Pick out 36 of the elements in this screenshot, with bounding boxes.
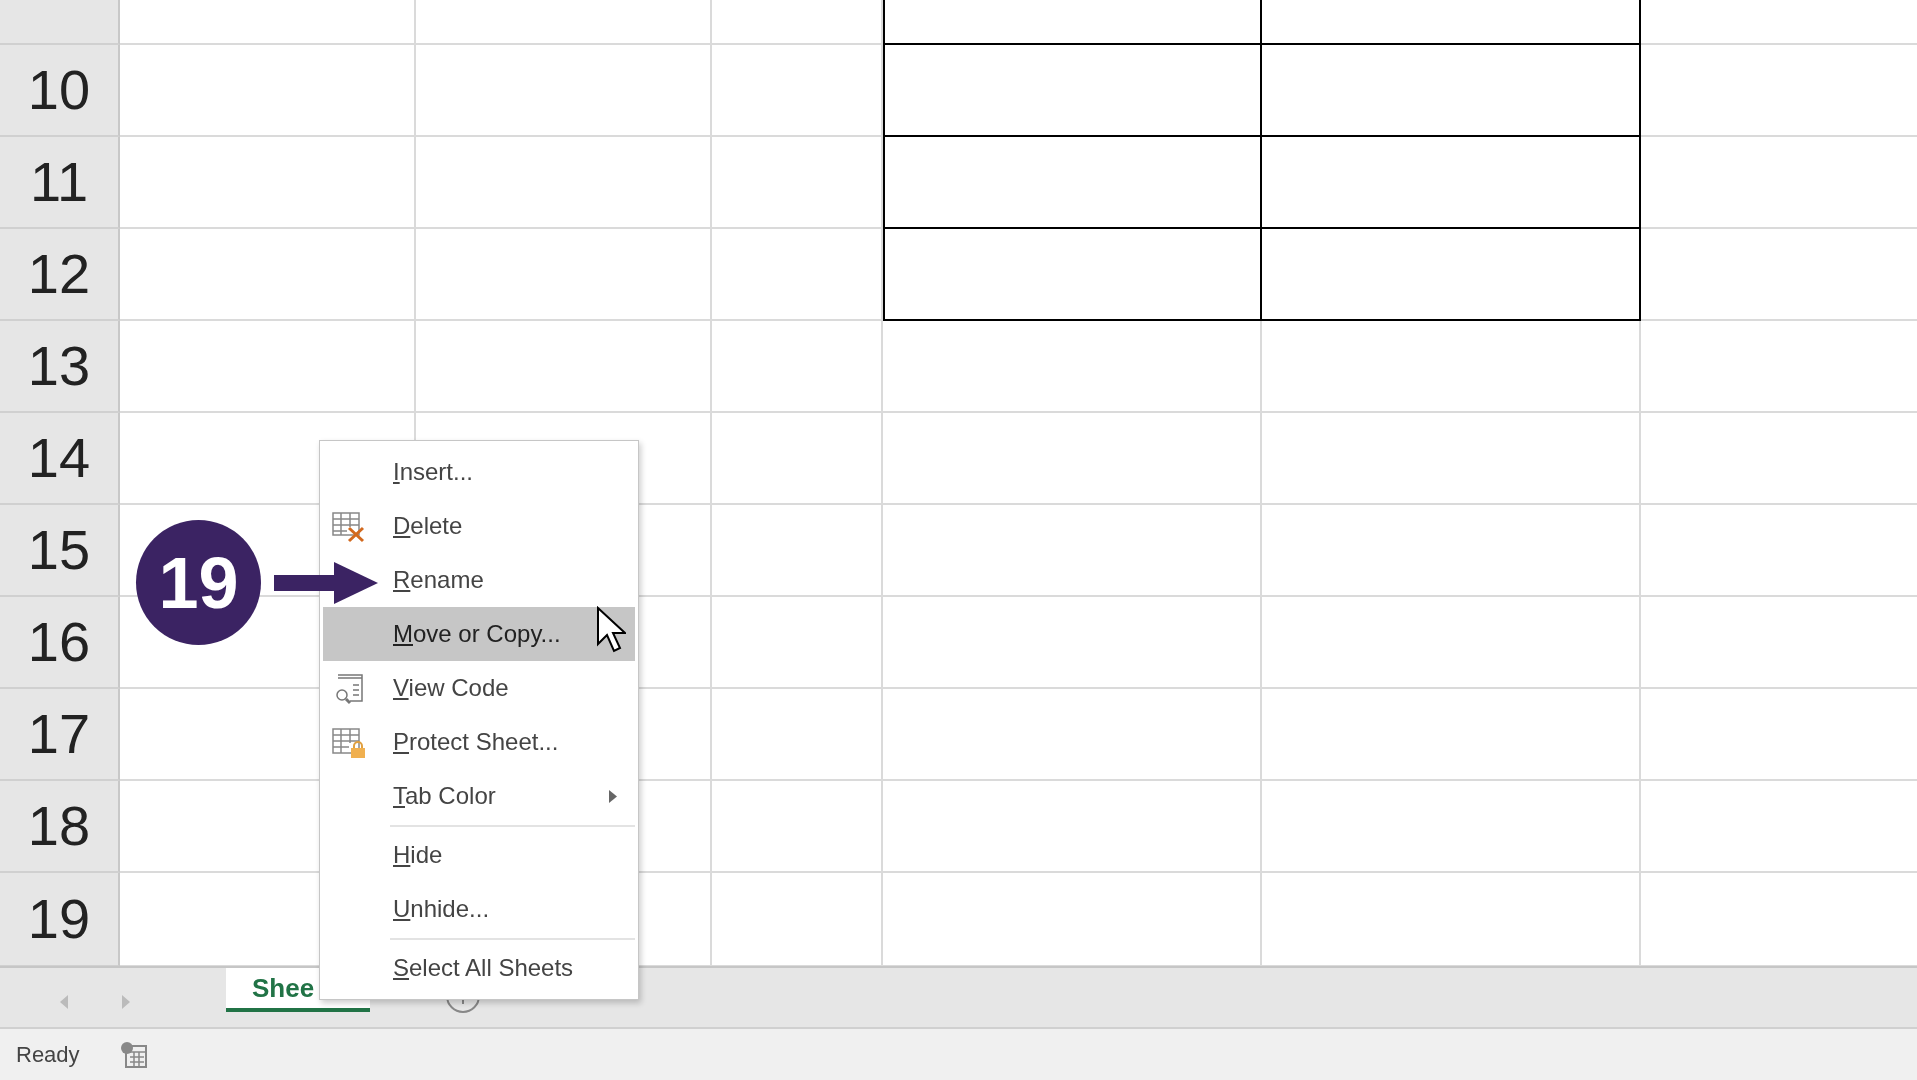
menu-item[interactable]: Unhide...: [323, 882, 635, 936]
grid-cell[interactable]: [1262, 137, 1641, 229]
grid-cell[interactable]: [1262, 0, 1641, 45]
grid-lock-icon: [332, 727, 366, 759]
grid-cell[interactable]: [883, 137, 1262, 229]
status-text: Ready: [16, 1041, 80, 1068]
row-header[interactable]: [0, 0, 120, 45]
grid-cell[interactable]: [1262, 45, 1641, 137]
row-header[interactable]: 11: [0, 137, 120, 229]
row-header[interactable]: 10: [0, 45, 120, 137]
grid-cell[interactable]: [883, 0, 1262, 45]
row-header[interactable]: 19: [0, 873, 120, 966]
menu-item[interactable]: Tab Color: [323, 769, 635, 823]
macro-record-icon[interactable]: [119, 1040, 148, 1069]
menu-item[interactable]: View Code: [323, 661, 635, 715]
menu-item[interactable]: Protect Sheet...: [323, 715, 635, 769]
mouse-cursor-icon: [596, 606, 626, 654]
row-header[interactable]: 14: [0, 413, 120, 505]
submenu-arrow-icon: [609, 790, 617, 803]
grid-cell[interactable]: [883, 229, 1262, 321]
row-header[interactable]: 16: [0, 597, 120, 689]
menu-item[interactable]: Delete: [323, 499, 635, 553]
row-header[interactable]: 18: [0, 781, 120, 873]
grid-x-icon: [332, 511, 366, 543]
step-badge: 19: [136, 520, 261, 645]
grid-cell[interactable]: [883, 45, 1262, 137]
scroll-left-icon[interactable]: [58, 994, 70, 1010]
row-header[interactable]: 17: [0, 689, 120, 781]
row-header[interactable]: 13: [0, 321, 120, 413]
menu-item[interactable]: Move or Copy...: [323, 607, 635, 661]
row-header[interactable]: 12: [0, 229, 120, 321]
row-header[interactable]: 15: [0, 505, 120, 597]
grid-cell[interactable]: [1262, 229, 1641, 321]
menu-item[interactable]: Insert...: [323, 445, 635, 499]
scroll-right-icon[interactable]: [120, 994, 132, 1010]
menu-item[interactable]: Hide: [323, 828, 635, 882]
